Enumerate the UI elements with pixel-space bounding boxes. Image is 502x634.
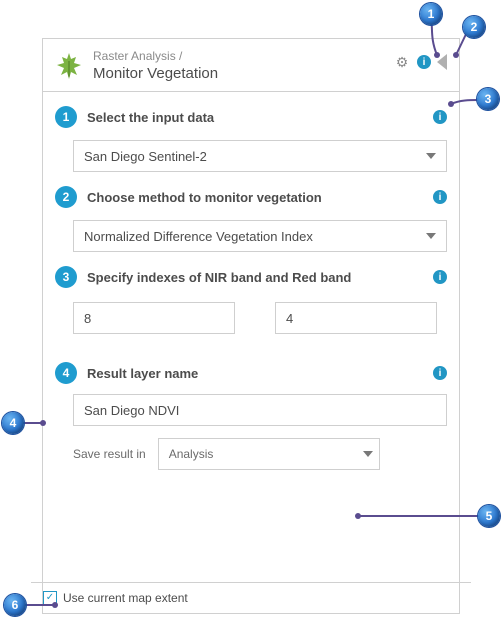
use-extent-checkbox[interactable]: ✓ bbox=[43, 591, 57, 605]
nir-band-input[interactable]: 8 bbox=[73, 302, 235, 334]
save-in-select[interactable]: Analysis bbox=[158, 438, 380, 470]
result-name-value: San Diego NDVI bbox=[84, 403, 179, 418]
chevron-down-icon bbox=[426, 233, 436, 239]
gear-icon[interactable]: ⚙ bbox=[393, 53, 411, 71]
step-number-1: 1 bbox=[55, 106, 77, 128]
step-4: 4 Result layer name i San Diego NDVI Sav… bbox=[55, 362, 447, 470]
step-2: 2 Choose method to monitor vegetation i … bbox=[55, 186, 447, 252]
header-rule bbox=[43, 91, 459, 92]
info-step-4-icon[interactable]: i bbox=[433, 366, 447, 380]
panel-footer: ✓ Use current map extent bbox=[31, 582, 471, 613]
callout-2: 2 bbox=[463, 16, 485, 38]
input-data-select-value: San Diego Sentinel-2 bbox=[84, 149, 207, 164]
result-name-input[interactable]: San Diego NDVI bbox=[73, 394, 447, 426]
save-in-value: Analysis bbox=[169, 447, 214, 461]
header-text: Raster Analysis / Monitor Vegetation bbox=[93, 49, 383, 84]
step-1: 1 Select the input data i San Diego Sent… bbox=[55, 106, 447, 172]
input-data-select[interactable]: San Diego Sentinel-2 bbox=[73, 140, 447, 172]
callout-1: 1 bbox=[420, 3, 442, 25]
info-step-3-icon[interactable]: i bbox=[433, 270, 447, 284]
method-select[interactable]: Normalized Difference Vegetation Index bbox=[73, 220, 447, 252]
method-select-value: Normalized Difference Vegetation Index bbox=[84, 229, 313, 244]
save-in-label: Save result in bbox=[73, 447, 146, 461]
callout-3: 3 bbox=[477, 88, 499, 110]
info-icon[interactable]: i bbox=[417, 55, 431, 69]
stage: 1 2 3 4 5 6 Raster Analysis / Monitor Ve… bbox=[0, 0, 502, 634]
header-actions: ⚙ i bbox=[393, 53, 447, 71]
save-in-row: Save result in Analysis bbox=[73, 438, 447, 470]
callout-4: 4 bbox=[2, 412, 24, 434]
step-number-2: 2 bbox=[55, 186, 77, 208]
breadcrumb: Raster Analysis / bbox=[93, 49, 383, 64]
panel-header: Raster Analysis / Monitor Vegetation ⚙ i bbox=[55, 49, 447, 92]
nir-band-value: 8 bbox=[84, 311, 91, 326]
step-number-4: 4 bbox=[55, 362, 77, 384]
red-band-value: 4 bbox=[286, 311, 293, 326]
step-3: 3 Specify indexes of NIR band and Red ba… bbox=[55, 266, 447, 334]
step-number-3: 3 bbox=[55, 266, 77, 288]
info-step-2-icon[interactable]: i bbox=[433, 190, 447, 204]
red-band-input[interactable]: 4 bbox=[275, 302, 437, 334]
step-title-1: Select the input data bbox=[87, 110, 423, 125]
chevron-down-icon bbox=[363, 451, 373, 457]
step-title-2: Choose method to monitor vegetation bbox=[87, 190, 423, 205]
leaf-icon bbox=[55, 51, 83, 84]
use-extent-label: Use current map extent bbox=[63, 591, 188, 605]
page-title: Monitor Vegetation bbox=[93, 65, 383, 84]
callout-6: 6 bbox=[4, 594, 26, 616]
chevron-down-icon bbox=[426, 153, 436, 159]
use-extent-row: ✓ Use current map extent bbox=[43, 591, 459, 605]
step-title-4: Result layer name bbox=[87, 366, 423, 381]
back-icon[interactable] bbox=[437, 54, 447, 70]
analysis-panel: Raster Analysis / Monitor Vegetation ⚙ i… bbox=[42, 38, 460, 614]
info-step-1-icon[interactable]: i bbox=[433, 110, 447, 124]
callout-5: 5 bbox=[478, 505, 500, 527]
step-title-3: Specify indexes of NIR band and Red band bbox=[87, 270, 423, 285]
